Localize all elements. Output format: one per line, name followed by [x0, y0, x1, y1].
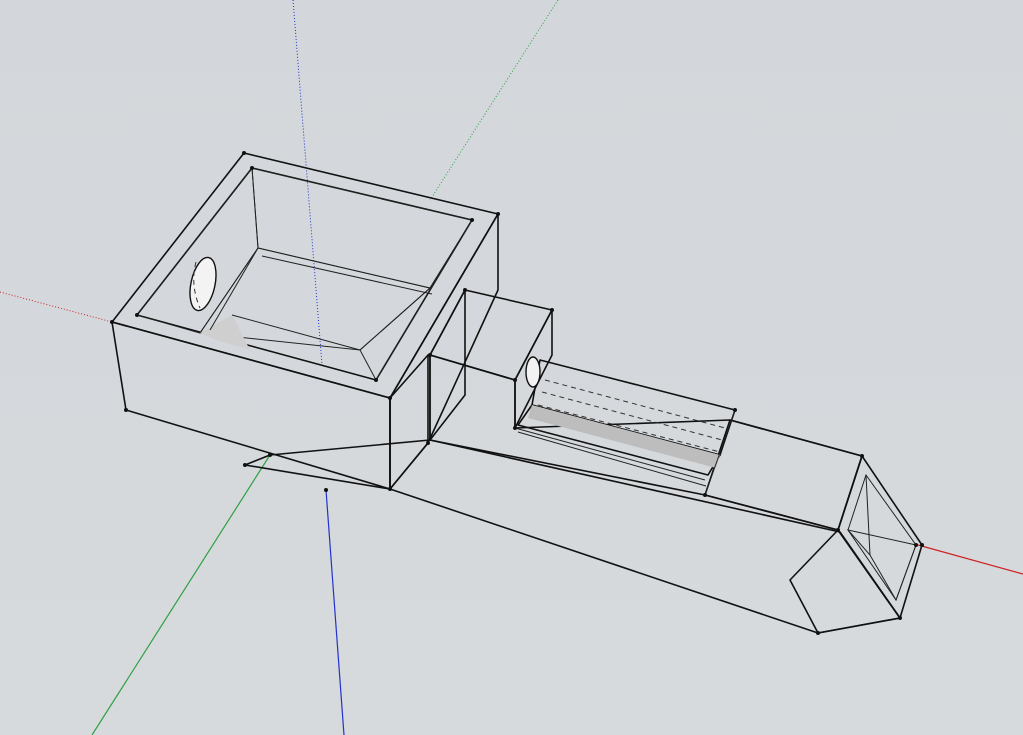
green-axis-dotted — [429, 0, 559, 201]
hopper-right-lower — [389, 354, 429, 490]
vertex-markers — [110, 151, 924, 635]
blue-axis-dotted — [292, 0, 323, 366]
channel-side-shade — [528, 405, 720, 468]
nozzle-top-face — [704, 419, 863, 531]
hopper-inner-back-wall — [251, 167, 473, 289]
green-axis-solid — [91, 454, 271, 735]
hopper-inner-floor-shade — [200, 315, 250, 350]
neck-side-face — [429, 289, 466, 441]
long-body[interactable] — [244, 354, 901, 634]
open-box-hopper[interactable] — [111, 152, 499, 490]
blue-axis-solid — [325, 489, 345, 735]
neck-hole[interactable] — [525, 356, 541, 388]
3d-viewport[interactable] — [0, 0, 1023, 735]
model-canvas[interactable] — [0, 0, 1023, 735]
square-nozzle-opening[interactable] — [837, 455, 923, 619]
red-axis-dotted — [0, 291, 113, 323]
side-hole-left[interactable] — [186, 255, 221, 313]
hopper-right-face — [389, 213, 499, 490]
nozzle-inner-shade — [846, 529, 917, 602]
red-axis-solid — [917, 544, 1023, 575]
hopper-inner-opening — [136, 167, 473, 381]
axes — [0, 0, 1023, 735]
